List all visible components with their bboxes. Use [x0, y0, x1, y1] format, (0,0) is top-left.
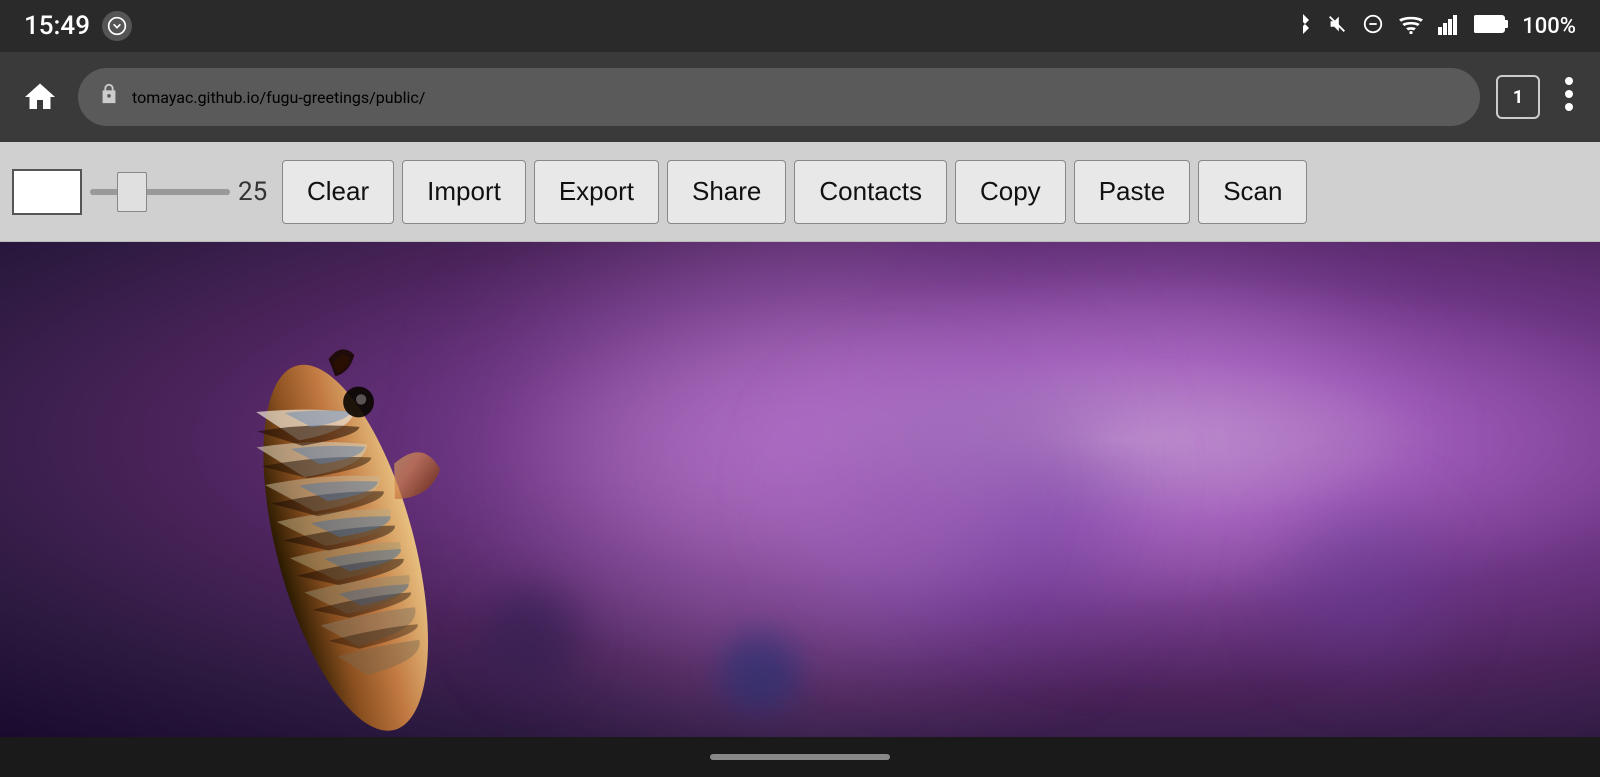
clear-button[interactable]: Clear [282, 160, 394, 224]
url-domain: tomayac.github.io [132, 88, 260, 107]
scan-button[interactable]: Scan [1198, 160, 1307, 224]
copy-button[interactable]: Copy [955, 160, 1066, 224]
lock-icon [98, 83, 120, 111]
paste-button[interactable]: Paste [1074, 160, 1191, 224]
nav-bar [0, 737, 1600, 777]
drawing-canvas[interactable] [0, 242, 1600, 737]
bluetooth-icon [1294, 12, 1312, 41]
signal-icon [1438, 13, 1460, 40]
import-button[interactable]: Import [402, 160, 526, 224]
dnd-icon [1362, 13, 1384, 40]
mute-icon [1326, 13, 1348, 40]
toolbar: 25 Clear Import Export Share Contacts Co… [0, 142, 1600, 242]
bokeh-spot-2 [1290, 513, 1440, 663]
bokeh-spot-1 [800, 389, 1000, 589]
contacts-button[interactable]: Contacts [794, 160, 947, 224]
export-button[interactable]: Export [534, 160, 659, 224]
home-button[interactable] [18, 75, 62, 119]
battery-icon [1474, 14, 1508, 39]
canvas-content[interactable] [0, 242, 1600, 737]
status-bar: 15:49 [0, 0, 1600, 52]
nav-home-indicator[interactable] [710, 754, 890, 760]
bokeh-spot-3 [480, 588, 580, 688]
status-time: 15:49 [24, 11, 90, 41]
size-slider[interactable] [90, 189, 230, 195]
wifi-icon [1398, 14, 1424, 39]
more-options-button[interactable] [1556, 68, 1582, 127]
battery-percentage: 100% [1522, 14, 1576, 39]
pocket-icon [102, 11, 132, 41]
url-path: /fugu-greetings/public/ [260, 88, 426, 107]
share-button[interactable]: Share [667, 160, 786, 224]
tab-count: 1 [1513, 87, 1523, 108]
bokeh-spot-blue [720, 632, 800, 712]
url-display: tomayac.github.io/fugu-greetings/public/ [132, 88, 425, 107]
tab-count-button[interactable]: 1 [1496, 75, 1540, 119]
browser-bar: tomayac.github.io/fugu-greetings/public/… [0, 52, 1600, 142]
address-bar[interactable]: tomayac.github.io/fugu-greetings/public/ [78, 68, 1480, 126]
color-picker[interactable] [12, 169, 82, 215]
size-slider-container: 25 [90, 177, 274, 207]
status-left: 15:49 [24, 11, 132, 41]
status-right: 100% [1294, 12, 1576, 41]
slider-value: 25 [238, 177, 274, 207]
fish-illustration [80, 242, 680, 737]
